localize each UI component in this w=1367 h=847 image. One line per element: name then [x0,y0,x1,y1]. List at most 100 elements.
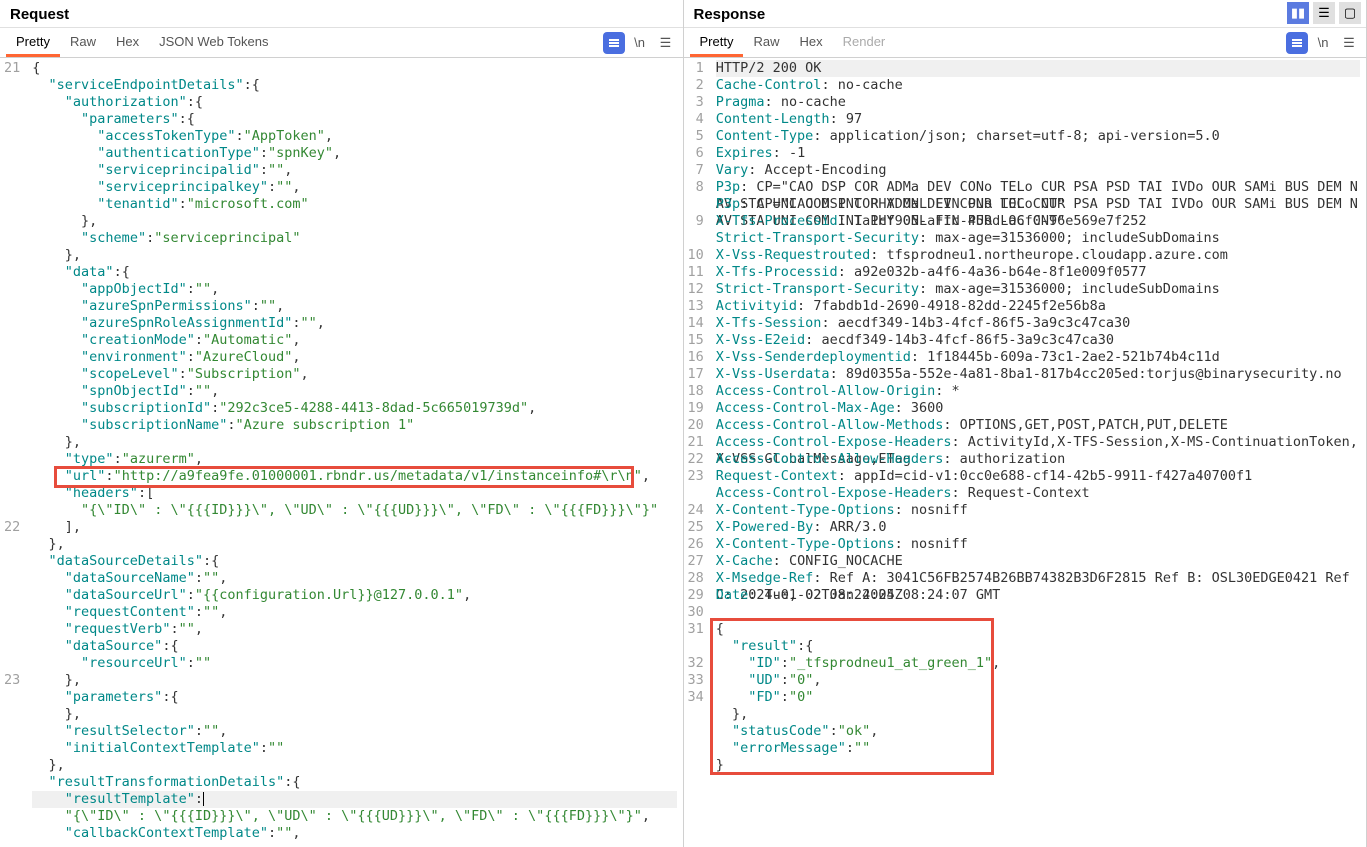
code-line: { [716,621,1360,638]
code-line[interactable]: "spnObjectId":"", [32,383,676,400]
header-line: Access-Control-Expose-Headers: Request-C… [716,485,1360,502]
code-line[interactable]: "requestVerb":"", [32,621,676,638]
code-line[interactable]: { [32,60,676,77]
response-tabs: PrettyRawHexRender \n ☰ [684,28,1367,58]
tab-raw[interactable]: Raw [743,28,789,57]
code-line[interactable]: "azureSpnRoleAssignmentId":"", [32,315,676,332]
layout-columns-icon[interactable]: ▮▮ [1287,2,1309,24]
code-line[interactable]: }, [32,672,676,689]
code-line[interactable]: "parameters":{ [32,111,676,128]
actions-icon[interactable] [1286,32,1308,54]
code-line[interactable]: "dataSourceDetails":{ [32,553,676,570]
header-line: Pragma: no-cache [716,94,1360,111]
code-line[interactable]: ], [32,519,676,536]
code-line[interactable]: "serviceprincipalid":"", [32,162,676,179]
code-line[interactable]: "type":"azurerm", [32,451,676,468]
code-line[interactable]: }, [32,213,676,230]
header-line: Content-Type: application/json; charset=… [716,128,1360,145]
header-line: Date: Tue, 02 Jan 2024 08:24:07 GMT [716,587,1360,604]
code-line[interactable]: "url":"http://a9fea9fe.01000001.rbndr.us… [32,468,676,485]
code-line[interactable]: "scopeLevel":"Subscription", [32,366,676,383]
hamburger-icon[interactable]: ☰ [655,32,677,54]
header-line: Access-Control-Expose-Headers: ActivityI… [716,434,1360,451]
code-line[interactable]: }, [32,706,676,723]
code-line[interactable]: "scheme":"serviceprincipal" [32,230,676,247]
code-line[interactable]: "resourceUrl":"" [32,655,676,672]
header-line: X-Vss-Requestrouted: tfsprodneu1.northeu… [716,247,1360,264]
code-line[interactable]: "tenantid":"microsoft.com" [32,196,676,213]
header-line: X-Content-Type-Options: nosniff [716,502,1360,519]
header-line: Request-Context: appId=cid-v1:0cc0e688-c… [716,468,1360,485]
code-line[interactable]: "data":{ [32,264,676,281]
code-line[interactable]: "{\"ID\" : \"{{{ID}}}\", \"UD\" : \"{{{U… [32,808,676,825]
code-line[interactable]: }, [32,757,676,774]
header-line: Access-Control-Allow-Origin: * [716,383,1360,400]
newline-toggle[interactable]: \n [1312,32,1334,54]
request-editor[interactable]: 212223 { "serviceEndpointDetails":{ "aut… [0,58,683,847]
code-line[interactable]: "dataSourceName":"", [32,570,676,587]
header-line: X-Content-Type-Options: nosniff [716,536,1360,553]
code-line[interactable]: "dataSource":{ [32,638,676,655]
actions-icon[interactable] [603,32,625,54]
code-line[interactable]: "initialContextTemplate":"" [32,740,676,757]
code-line[interactable]: "resultTemplate": [32,791,676,808]
header-line: Content-Length: 97 [716,111,1360,128]
code-line[interactable]: "requestContent":"", [32,604,676,621]
code-line[interactable]: "parameters":{ [32,689,676,706]
request-panel: Request PrettyRawHexJSON Web Tokens \n ☰… [0,0,684,847]
header-line: Access-Control-Allow-Methods: OPTIONS,GE… [716,417,1360,434]
code-line[interactable]: "authenticationType":"spnKey", [32,145,676,162]
code-line[interactable]: }, [32,434,676,451]
header-line: P3p: CP="CAO DSP COR ADMa DEV CONo TELo … [716,196,1360,213]
code-line[interactable]: "headers":[ [32,485,676,502]
code-line[interactable]: "{\"ID\" : \"{{{ID}}}\", \"UD\" : \"{{{U… [32,502,676,519]
code-line[interactable]: "resultSelector":"", [32,723,676,740]
header-line: P3p: CP="CAO DSP COR ADMa DEV CONo TELo … [716,179,1360,196]
code-line[interactable]: "subscriptionId":"292c3ce5-4288-4413-8da… [32,400,676,417]
hamburger-icon[interactable]: ☰ [1338,32,1360,54]
code-line[interactable]: "authorization":{ [32,94,676,111]
layout-single-icon[interactable]: ▢ [1339,2,1361,24]
tab-pretty[interactable]: Pretty [690,28,744,57]
code-line[interactable]: "accessTokenType":"AppToken", [32,128,676,145]
header-line: Strict-Transport-Security: max-age=31536… [716,281,1360,298]
code-line[interactable]: "resultTransformationDetails":{ [32,774,676,791]
tab-hex[interactable]: Hex [789,28,832,57]
header-line: X-Tfs-Processid: a92e032b-a4f6-4a36-b64e… [716,264,1360,281]
code-line: "errorMessage":"" [716,740,1360,757]
code-line[interactable]: "creationMode":"Automatic", [32,332,676,349]
code-line: "FD":"0" [716,689,1360,706]
code-line[interactable]: }, [32,247,676,264]
code-line[interactable]: "subscriptionName":"Azure subscription 1… [32,417,676,434]
code-line[interactable]: "dataSourceUrl":"{{configuration.Url}}@1… [32,587,676,604]
code-line[interactable]: "serviceprincipalkey":"", [32,179,676,196]
tab-raw[interactable]: Raw [60,28,106,57]
newline-toggle[interactable]: \n [629,32,651,54]
header-line: Access-Control-Max-Age: 3600 [716,400,1360,417]
header-line: X-Vss-Userdata: 89d0355a-552e-4a81-8ba1-… [716,366,1360,383]
tab-render: Render [833,28,896,57]
code-line: "ID":"_tfsprodneu1_at_green_1", [716,655,1360,672]
header-line: X-Msedge-Ref: Ref A: 3041C56FB2574B26BB7… [716,570,1360,587]
code-line: }, [716,706,1360,723]
header-line: X-Powered-By: ARR/3.0 [716,519,1360,536]
header-line: Cache-Control: no-cache [716,77,1360,94]
code-line[interactable]: "serviceEndpointDetails":{ [32,77,676,94]
request-tabs: PrettyRawHexJSON Web Tokens \n ☰ [0,28,683,58]
header-line: X-Cache: CONFIG_NOCACHE [716,553,1360,570]
response-viewer[interactable]: 1234567891011121314151617181920212223242… [684,58,1367,847]
tab-json-web-tokens[interactable]: JSON Web Tokens [149,28,278,57]
code-line[interactable]: "appObjectId":"", [32,281,676,298]
header-line: Activityid: 7fabdb1d-2690-4918-82dd-2245… [716,298,1360,315]
code-line[interactable]: }, [32,536,676,553]
code-line[interactable]: "azureSpnPermissions":"", [32,298,676,315]
code-line[interactable]: "callbackContextTemplate":"", [32,825,676,842]
tab-hex[interactable]: Hex [106,28,149,57]
code-line[interactable]: "environment":"AzureCloud", [32,349,676,366]
header-line: HTTP/2 200 OK [716,60,1360,77]
tab-pretty[interactable]: Pretty [6,28,60,57]
layout-switch: ▮▮ ☰ ▢ [1287,2,1361,24]
layout-rows-icon[interactable]: ☰ [1313,2,1335,24]
code-line: "result":{ [716,638,1360,655]
code-line: "statusCode":"ok", [716,723,1360,740]
